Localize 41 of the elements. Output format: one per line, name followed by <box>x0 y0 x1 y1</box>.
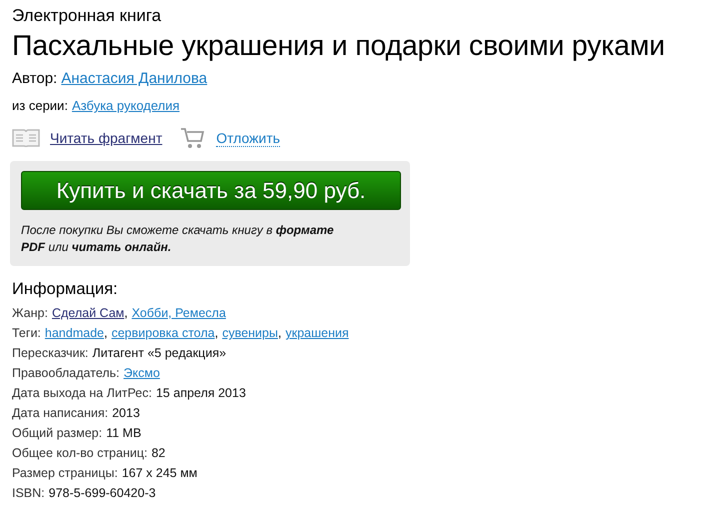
info-value: 167 x 245 мм <box>122 465 198 482</box>
book-type: Электронная книга <box>12 6 162 26</box>
info-label: Дата написания: <box>12 405 108 422</box>
series-label: из серии: <box>12 98 68 113</box>
info-value: 82 <box>151 445 166 462</box>
info-label: Размер страницы: <box>12 465 118 482</box>
author-link[interactable]: Анастасия Данилова <box>61 70 208 87</box>
purchase-note: После покупки Вы сможете скачать книгу в формате PDF или читать онлайн. <box>21 222 335 256</box>
info-link[interactable]: Хобби, Ремесла <box>132 303 226 323</box>
info-link[interactable]: украшения <box>285 323 349 343</box>
info-value: 15 апреля 2013 <box>156 385 246 402</box>
info-link[interactable]: сувениры <box>222 323 278 343</box>
info-label: Правообладатель: <box>12 365 120 382</box>
info-link[interactable]: handmade <box>44 323 104 343</box>
info-value: 978-5-699-60420-3 <box>48 485 156 502</box>
info-value: , <box>124 305 128 322</box>
info-label: Пересказчик: <box>12 345 88 362</box>
info-label: Общее кол-во страниц: <box>12 445 148 462</box>
author-label: Автор: <box>12 70 58 87</box>
info-value: 2013 <box>112 405 140 422</box>
info-link[interactable]: Сделай Сам <box>52 303 124 323</box>
info-heading: Информация: <box>12 280 119 299</box>
info-value: , <box>278 325 282 342</box>
open-book-icon <box>12 128 40 148</box>
info-link[interactable]: сервировка стола <box>111 323 215 343</box>
info-value: , <box>214 325 218 342</box>
info-label: Теги: <box>12 325 41 342</box>
save-for-later-link[interactable]: Отложить <box>216 130 280 146</box>
series-link[interactable]: Азбука рукоделия <box>72 98 180 113</box>
info-label: Общий размер: <box>12 425 102 442</box>
read-excerpt-link[interactable]: Читать фрагмент <box>50 130 162 146</box>
buy-button[interactable]: Купить и скачать за 59,90 руб. <box>21 171 401 210</box>
info-link[interactable]: Эксмо <box>124 363 160 383</box>
info-label: Жанр: <box>12 305 48 322</box>
info-label: Дата выхода на ЛитРес: <box>12 385 152 402</box>
info-value: , <box>104 325 108 342</box>
book-title: Пасхальные украшения и подарки своими руками <box>12 29 666 64</box>
info-value: 11 MB <box>106 425 142 442</box>
cart-icon <box>180 127 206 149</box>
info-value: Литагент «5 редакция» <box>92 345 226 362</box>
info-label: ISBN: <box>12 485 45 502</box>
